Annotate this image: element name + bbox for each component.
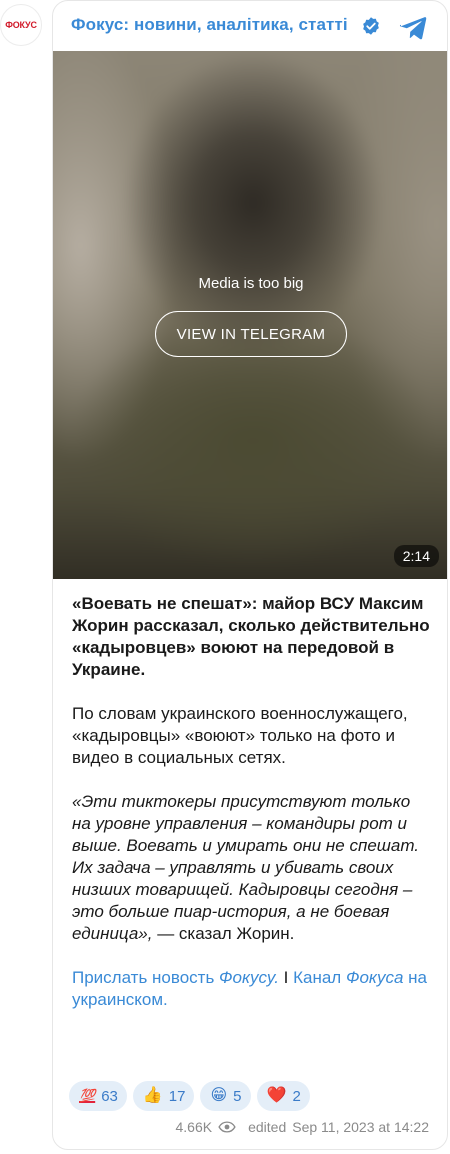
hundred-points-icon: 💯 bbox=[79, 1088, 96, 1104]
video-media[interactable]: Media is too big VIEW IN TELEGRAM 2:14 bbox=[53, 51, 447, 579]
eye-icon bbox=[218, 1121, 236, 1133]
post-paragraph: По словам украинского военнослужащего, «… bbox=[72, 704, 408, 767]
view-in-telegram-button[interactable]: VIEW IN TELEGRAM bbox=[155, 311, 347, 357]
post-card: Фокус: новини, аналітика, статті Media i… bbox=[52, 0, 448, 1150]
media-too-big-message: Media is too big bbox=[198, 275, 304, 292]
link-separator: I bbox=[278, 968, 294, 987]
post-text: «Воевать не спешат»: майор ВСУ Максим Жо… bbox=[72, 593, 432, 1033]
reaction-count: 63 bbox=[101, 1087, 118, 1105]
send-news-link-text: Прислать новость bbox=[72, 968, 220, 987]
post-header: Фокус: новини, аналітика, статті bbox=[53, 1, 447, 51]
reactions-bar: 💯 63 👍 17 😁 5 ❤️ 2 bbox=[69, 1081, 310, 1111]
post-quote: «Эти тиктокеры присутствуют только на ур… bbox=[72, 792, 420, 943]
send-news-link[interactable]: Прислать новость Фокусу. bbox=[72, 968, 279, 987]
verified-badge-icon bbox=[363, 17, 379, 35]
channel-name-link[interactable]: Фокус: новини, аналітика, статті bbox=[71, 15, 348, 35]
send-news-link-italic: Фокусу. bbox=[219, 968, 279, 987]
reaction-count: 2 bbox=[292, 1087, 301, 1105]
view-count: 4.66K bbox=[175, 1119, 213, 1135]
post-quote-block: «Эти тиктокеры присутствуют только на ур… bbox=[72, 791, 432, 945]
reaction-count: 5 bbox=[233, 1087, 242, 1105]
channel-avatar[interactable]: ФОКУС bbox=[0, 4, 42, 46]
post-date[interactable]: Sep 11, 2023 at 14:22 bbox=[292, 1119, 429, 1135]
reaction-heart[interactable]: ❤️ 2 bbox=[256, 1081, 310, 1111]
reaction-count: 17 bbox=[168, 1087, 186, 1105]
reaction-grin[interactable]: 😁 5 bbox=[200, 1081, 251, 1111]
quote-attribution: — сказал Жорин. bbox=[152, 924, 295, 943]
reaction-hundred[interactable]: 💯 63 bbox=[69, 1081, 127, 1111]
reaction-thumbs-up[interactable]: 👍 17 bbox=[132, 1081, 195, 1111]
edited-label: edited bbox=[248, 1119, 287, 1135]
telegram-icon[interactable] bbox=[398, 12, 428, 42]
avatar-logo-text: ФОКУС bbox=[5, 20, 37, 30]
channel-link-italic: Фокуса bbox=[345, 968, 404, 987]
channel-link-text: Канал bbox=[293, 968, 346, 987]
post-footer: 4.66K edited Sep 11, 2023 at 14:22 bbox=[176, 1119, 430, 1135]
video-duration: 2:14 bbox=[393, 545, 439, 567]
post-headline: «Воевать не спешат»: майор ВСУ Максим Жо… bbox=[72, 594, 430, 679]
post-links: Прислать новость Фокусу. I Канал Фокуса … bbox=[72, 967, 432, 1011]
red-heart-icon: ❤️ bbox=[266, 1087, 287, 1104]
grinning-face-icon: 😁 bbox=[210, 1087, 228, 1104]
thumbs-up-icon: 👍 bbox=[142, 1087, 163, 1104]
